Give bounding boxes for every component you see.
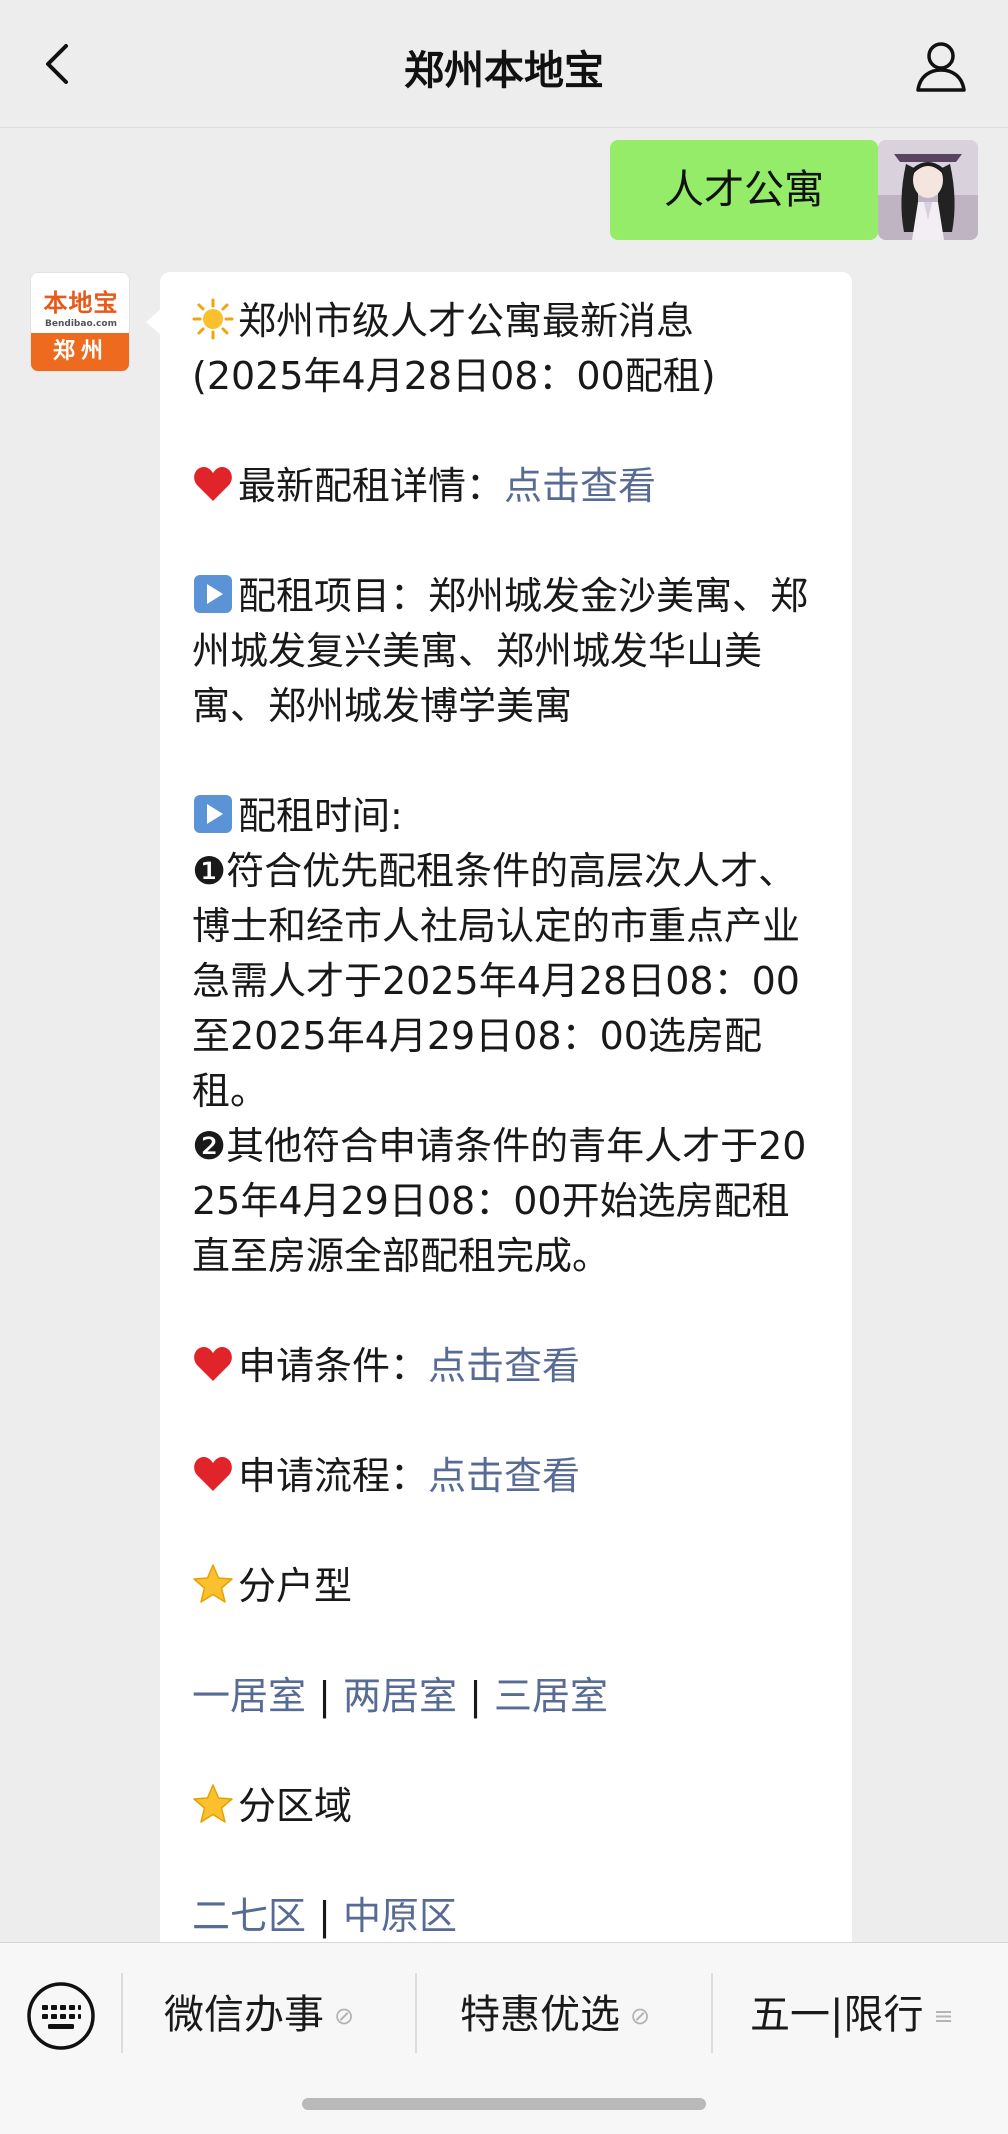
by-type-row: 分户型 [192,1559,820,1614]
reply-title: 郑州市级人才公寓最新消息 (2025年4月28日08：00配租) [192,294,820,404]
sun-icon [192,298,234,340]
chat-screen: 郑州本地宝 人才公寓 本地宝 Bendibao.com 郑州 郑州市级人才公寓最… [0,0,1008,2134]
zhongyuan-district-link[interactable]: 中原区 [343,1894,457,1938]
two-bedroom-link[interactable]: 两居室 [343,1674,457,1718]
logo: 本地宝 Bendibao.com [31,273,129,335]
three-bedroom-link[interactable]: 三居室 [494,1674,608,1718]
my-message-bubble[interactable]: 人才公寓 [610,140,892,240]
separator: | [318,1894,331,1938]
star-icon [192,1783,234,1825]
time-item-1: ❶符合优先配租条件的高层次人才、博士和经市人社局认定的市重点产业急需人才于202… [192,844,820,1119]
number-badge-1: ❶ [192,849,227,893]
time-item-2: ❷其他符合申请条件的青年人才于2025年4月29日08：00开始选房配租直至房源… [192,1119,820,1284]
logo-city: 郑州 [31,333,129,371]
latest-details-link[interactable]: 点击查看 [504,464,656,508]
link-icon: ⊘ [334,2002,355,2030]
chat-area[interactable]: 人才公寓 本地宝 Bendibao.com 郑州 郑州市级人才公寓最新消息 (2… [0,128,1008,1942]
by-area-label: 分区域 [238,1784,353,1828]
conditions-row: 申请条件：点击查看 [192,1339,820,1394]
latest-details-row: 最新配租详情：点击查看 [192,459,820,514]
link-icon: ⊘ [630,2002,651,2030]
submenu-icon: ≡ [933,2002,954,2030]
heart-icon [192,1343,234,1385]
reply-message-bubble: 郑州市级人才公寓最新消息 (2025年4月28日08：00配租) 最新配租详情：… [146,272,852,1942]
my-avatar[interactable] [878,140,978,240]
heart-icon [192,463,234,505]
person-icon [916,42,966,92]
menu-item-label: 微信办事 [164,1992,324,2038]
profile-button[interactable] [910,34,972,96]
home-indicator[interactable] [302,2098,706,2110]
title-line-2: (2025年4月28日08：00配租) [192,354,716,398]
erqi-district-link[interactable]: 二七区 [192,1894,306,1938]
keyboard-toggle-button[interactable] [26,1981,96,2051]
separator: | [318,1674,331,1718]
projects-row: 配租项目：郑州城发金沙美寓、郑州城发复兴美寓、郑州城发华山美寓、郑州城发博学美寓 [192,569,820,734]
by-area-row: 分区域 [192,1779,820,1834]
menu-item-special-deals[interactable]: 特惠优选 ⊘ [460,1985,650,2045]
process-row: 申请流程：点击查看 [192,1449,820,1504]
by-type-label: 分户型 [238,1564,353,1608]
time-label: 配租时间: [238,794,403,838]
star-icon [192,1563,234,1605]
logo-domain: Bendibao.com [45,319,117,329]
number-badge-2: ❷ [192,1124,227,1168]
process-link[interactable]: 点击查看 [428,1454,580,1498]
heart-icon [192,1453,234,1495]
menu-item-label: 五一|限行 [750,1992,924,2038]
conditions-link[interactable]: 点击查看 [428,1344,580,1388]
time-item-1-text: 符合优先配租条件的高层次人才、博士和经市人社局认定的市重点产业急需人才于2025… [192,849,801,1113]
play-button-icon [192,573,234,615]
time-row: 配租时间: [192,789,820,844]
play-button-icon [192,793,234,835]
separator: | [469,1674,482,1718]
page-title: 郑州本地宝 [404,48,604,94]
keyboard-icon [27,1982,95,2050]
reply-text: 郑州市级人才公寓最新消息 (2025年4月28日08：00配租) 最新配租详情：… [192,294,820,1942]
latest-details-label: 最新配租详情： [238,464,505,508]
menu-divider [121,1973,123,2053]
menu-item-label: 特惠优选 [460,1992,620,2038]
menu-item-wechat-services[interactable]: 微信办事 ⊘ [164,1985,354,2045]
logo-text: 本地宝 [43,288,119,317]
area-links-row: 二七区 | 中原区 [192,1889,820,1942]
process-label: 申请流程： [238,1454,429,1498]
one-bedroom-link[interactable]: 一居室 [192,1674,306,1718]
type-links-row: 一居室 | 两居室 | 三居室 [192,1669,820,1724]
projects-label: 配租项目： [238,574,429,618]
menu-divider [415,1973,417,2053]
menu-divider [711,1973,713,2053]
top-nav-bar: 郑州本地宝 [0,0,1008,128]
official-account-avatar[interactable]: 本地宝 Bendibao.com 郑州 [30,272,130,372]
title-line-1: 郑州市级人才公寓最新消息 [238,299,695,343]
time-item-2-text: 其他符合申请条件的青年人才于2025年4月29日08：00开始选房配租直至房源全… [192,1124,807,1278]
avatar-image [878,140,978,240]
menu-item-holiday-traffic[interactable]: 五一|限行 ≡ [750,1985,954,2045]
conditions-label: 申请条件： [238,1344,429,1388]
